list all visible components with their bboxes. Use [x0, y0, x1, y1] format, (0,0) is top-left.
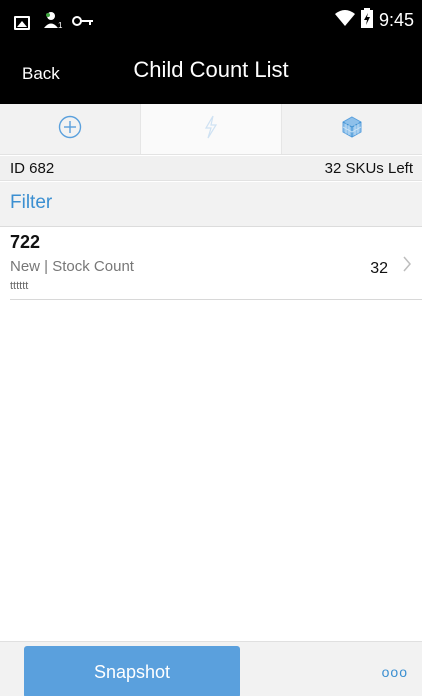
- list-item-description: tttttt: [10, 280, 29, 292]
- battery-icon: [360, 8, 373, 33]
- list-item-id: 722: [10, 232, 41, 252]
- add-circle-icon: [58, 115, 82, 144]
- status-icons-right: 9:45: [334, 8, 414, 33]
- count-id: ID 682: [10, 160, 55, 177]
- snapshot-button[interactable]: Snapshot: [24, 646, 240, 696]
- skus-left: 32 SKUs Left: [324, 160, 413, 177]
- user-location-icon: 1: [42, 11, 64, 34]
- image-icon: [14, 15, 30, 30]
- bottom-bar: Snapshot ooo: [0, 641, 422, 696]
- status-icons-left: 1: [14, 11, 94, 34]
- list-item[interactable]: 722 New | Stock Count tttttt 32: [10, 228, 422, 300]
- chevron-right-icon: [402, 256, 412, 277]
- clock: 9:45: [378, 10, 414, 30]
- cube-icon: [340, 115, 364, 144]
- wifi-icon: [334, 9, 355, 32]
- list-item-count: 32: [370, 260, 388, 277]
- page-title: Child Count List: [133, 57, 289, 82]
- list-item-status: New | Stock Count: [10, 258, 134, 275]
- tab-add[interactable]: [0, 104, 140, 154]
- more-options-button[interactable]: ooo: [382, 664, 408, 680]
- key-icon: [72, 14, 94, 32]
- title-bar: Back Child Count List: [0, 40, 422, 104]
- filter-link[interactable]: Filter: [10, 192, 52, 214]
- screen: 1 9:45 Back Child Count List ID 682 32 S…: [0, 0, 422, 696]
- status-bar: 1 9:45: [0, 0, 422, 40]
- info-row: ID 682 32 SKUs Left: [0, 156, 422, 181]
- lightning-icon: [203, 115, 219, 144]
- tab-quick[interactable]: [140, 104, 281, 154]
- tab-cube[interactable]: [281, 104, 422, 154]
- filter-row[interactable]: Filter: [0, 182, 422, 227]
- tab-bar: [0, 104, 422, 155]
- svg-text:1: 1: [58, 21, 63, 29]
